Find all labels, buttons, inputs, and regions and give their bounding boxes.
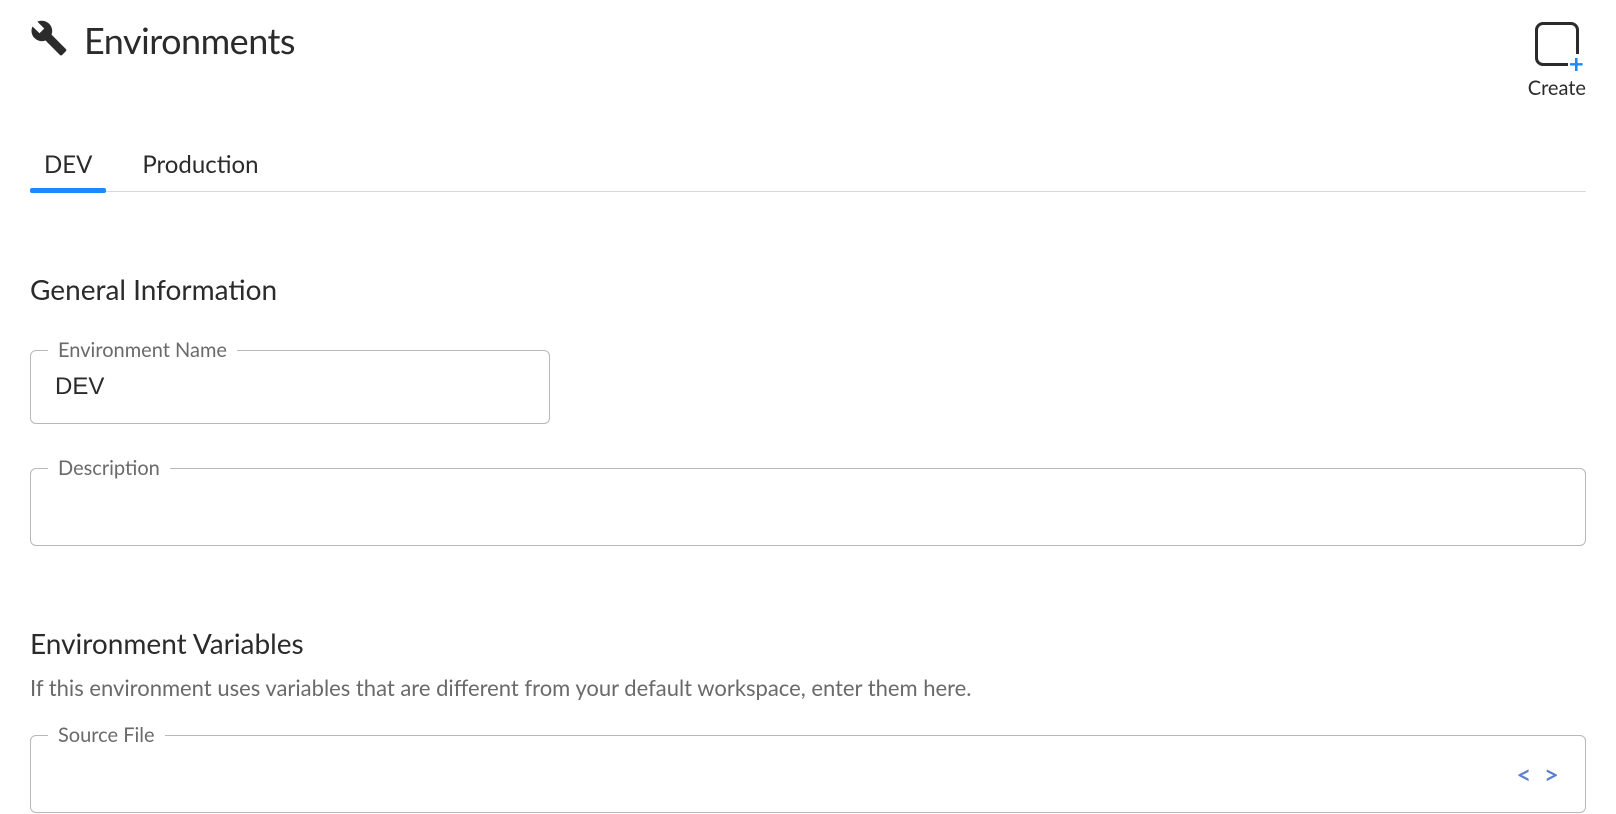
- source-file-input[interactable]: [30, 735, 1586, 813]
- wrench-icon: [30, 19, 68, 61]
- description-field-wrap: Description: [30, 468, 1586, 546]
- environment-variables-help: If this environment uses variables that …: [30, 674, 1586, 701]
- create-label: Create: [1528, 76, 1586, 100]
- tab-production[interactable]: Production: [142, 150, 258, 191]
- page-title: Environments: [84, 18, 295, 62]
- create-button[interactable]: + Create: [1528, 18, 1586, 100]
- environment-variables-heading: Environment Variables: [30, 626, 1586, 660]
- environment-name-label: Environment Name: [48, 338, 237, 362]
- plus-icon: +: [1568, 54, 1585, 72]
- description-label: Description: [48, 456, 170, 480]
- header-left: Environments: [30, 18, 295, 62]
- code-icon[interactable]: < >: [1516, 758, 1562, 790]
- tab-dev[interactable]: DEV: [44, 150, 92, 191]
- tabs: DEV Production: [44, 150, 1586, 192]
- content: General Information Environment Name Des…: [0, 272, 1616, 813]
- description-input[interactable]: [30, 468, 1586, 546]
- source-file-field-wrap: Source File < >: [30, 735, 1586, 813]
- environment-name-field-wrap: Environment Name: [30, 350, 1586, 424]
- general-information-heading: General Information: [30, 272, 1586, 306]
- create-icon: +: [1535, 22, 1579, 66]
- page-header: Environments + Create: [0, 0, 1616, 100]
- source-file-label: Source File: [48, 723, 165, 747]
